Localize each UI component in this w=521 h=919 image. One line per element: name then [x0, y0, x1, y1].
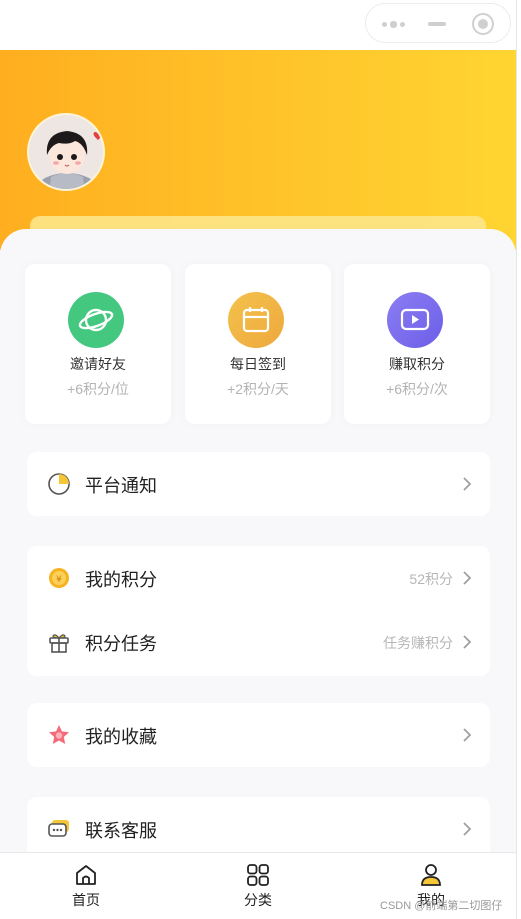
chevron-right-icon [463, 477, 472, 491]
video-play-icon [387, 292, 443, 348]
chevron-right-icon [463, 728, 472, 742]
menu-item-point-tasks[interactable]: 积分任务 任务赚积分 [27, 610, 490, 674]
chevron-right-icon [463, 571, 472, 585]
mini-program-capsule [365, 3, 511, 43]
favorites-card: 我的收藏 [27, 703, 490, 767]
chevron-right-icon [463, 822, 472, 836]
tab-home[interactable]: 首页 [36, 853, 136, 919]
tasks-value: 任务赚积分 [383, 635, 453, 651]
target-icon[interactable] [472, 13, 494, 35]
notice-card: 平台通知 [27, 452, 490, 516]
menu-label: 积分任务 [85, 634, 157, 654]
calendar-icon [228, 292, 284, 348]
minus-icon[interactable] [428, 22, 446, 26]
avatar[interactable] [27, 113, 105, 191]
stat-subtitle: +6积分/次 [386, 381, 448, 397]
daily-checkin-card[interactable]: 每日签到 +2积分/天 [185, 264, 331, 424]
menu-label: 我的收藏 [85, 727, 157, 747]
stat-subtitle: +2积分/天 [227, 381, 289, 397]
points-card: ¥ 我的积分 52积分 积分任务 任务赚积分 [27, 546, 490, 676]
chevron-right-icon [463, 635, 472, 649]
earn-points-card[interactable]: 赚取积分 +6积分/次 [344, 264, 490, 424]
top-navigation-bar [0, 0, 516, 50]
user-icon [421, 864, 441, 886]
menu-label: 我的积分 [85, 570, 157, 590]
more-dots-icon[interactable] [382, 21, 406, 28]
stat-subtitle: +6积分/位 [67, 381, 129, 397]
invite-friends-card[interactable]: 邀请好友 +6积分/位 [25, 264, 171, 424]
stat-title: 邀请好友 [70, 356, 126, 372]
points-value: 52积分 [409, 571, 453, 587]
menu-item-my-points[interactable]: ¥ 我的积分 52积分 [27, 546, 490, 610]
planet-icon [68, 292, 124, 348]
stat-title: 赚取积分 [389, 356, 445, 372]
watermark: CSDN @前端第二切图仔 [380, 900, 503, 912]
scrollbar-strip [516, 0, 521, 919]
tab-label: 分类 [244, 892, 272, 908]
menu-label: 平台通知 [85, 476, 157, 496]
menu-item-favorites[interactable]: 我的收藏 [27, 703, 490, 767]
coin-icon: ¥ [49, 568, 69, 588]
pie-chart-icon [48, 473, 70, 495]
menu-label: 联系客服 [85, 821, 157, 841]
svg-text:¥: ¥ [56, 575, 62, 585]
chat-icon [48, 820, 69, 837]
gift-icon [49, 634, 69, 653]
menu-item-notice[interactable]: 平台通知 [27, 452, 490, 516]
tab-category[interactable]: 分类 [208, 853, 308, 919]
home-icon [76, 865, 96, 885]
stat-title: 每日签到 [230, 356, 286, 372]
tab-label: 首页 [72, 892, 100, 908]
grid-icon [247, 864, 269, 886]
star-icon [49, 725, 69, 744]
